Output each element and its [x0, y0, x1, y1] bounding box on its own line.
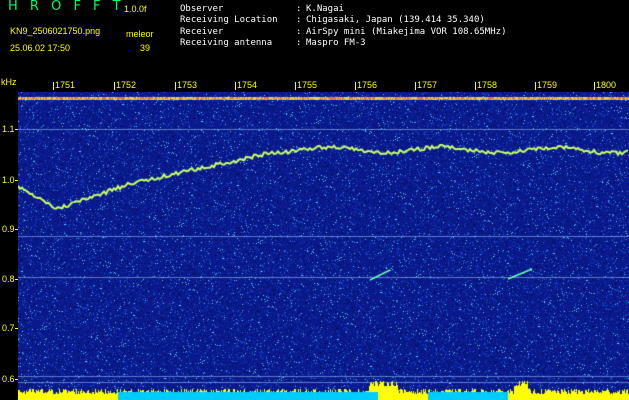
app-title: H R O F F T	[8, 0, 125, 14]
receiver-value: AirSpy mini (Miakejima VOR 108.65MHz)	[306, 27, 507, 37]
location-label: Receiving Location	[180, 15, 278, 25]
antenna-value: Maspro FM-3	[306, 38, 366, 48]
filename-label: KN9_2506021750.png	[10, 26, 101, 36]
time-axis: 1751 1752 1753 1754 1755 1756 1757 1758 …	[18, 78, 629, 92]
spectrogram-display[interactable]	[18, 92, 629, 400]
y-tick-label: 0.7	[2, 323, 15, 333]
version-label: 1.0.0f	[124, 4, 147, 14]
y-tick-label: 1.1	[2, 124, 15, 134]
x-tick-label: 1759	[537, 80, 558, 90]
y-axis-unit: kHz	[1, 77, 17, 87]
meteor-label: meleor	[126, 29, 154, 39]
header-panel: H R O F F T 1.0.0f KN9_2506021750.png me…	[0, 0, 629, 78]
x-tick-mark	[175, 82, 176, 90]
observer-separator: :	[296, 4, 302, 14]
location-value: Chigasaki, Japan (139.414 35.340)	[306, 15, 485, 25]
x-tick-label: 1757	[417, 80, 438, 90]
y-tick-label: 0.9	[2, 224, 15, 234]
x-tick-mark	[235, 82, 236, 90]
x-tick-label: 1755	[297, 80, 318, 90]
observer-value: K.Nagai	[306, 4, 344, 14]
meteor-count: 39	[140, 43, 151, 53]
x-tick-mark	[295, 82, 296, 90]
x-tick-label: 1751	[55, 80, 76, 90]
antenna-separator: :	[296, 38, 302, 48]
x-tick-mark	[475, 82, 476, 90]
datetime-label: 25.06.02 17:50	[10, 43, 71, 53]
x-tick-mark	[114, 82, 115, 90]
x-tick-label: 1753	[177, 80, 198, 90]
x-tick-label: 1800	[596, 80, 617, 90]
x-tick-label: 1752	[116, 80, 137, 90]
x-tick-mark	[535, 82, 536, 90]
receiver-label: Receiver	[180, 27, 224, 37]
x-tick-mark	[415, 82, 416, 90]
x-tick-mark	[594, 82, 595, 90]
x-tick-label: 1754	[237, 80, 258, 90]
observer-label: Observer	[180, 4, 224, 14]
y-tick-label: 1.0	[2, 175, 15, 185]
x-tick-mark	[355, 82, 356, 90]
y-tick-label: 0.6	[2, 374, 15, 384]
location-separator: :	[296, 15, 302, 25]
receiver-separator: :	[296, 27, 302, 37]
x-tick-mark	[53, 82, 54, 90]
x-tick-label: 1756	[357, 80, 378, 90]
x-tick-label: 1758	[477, 80, 498, 90]
y-tick-label: 0.8	[2, 274, 15, 284]
antenna-label: Receiving antenna	[180, 38, 273, 48]
